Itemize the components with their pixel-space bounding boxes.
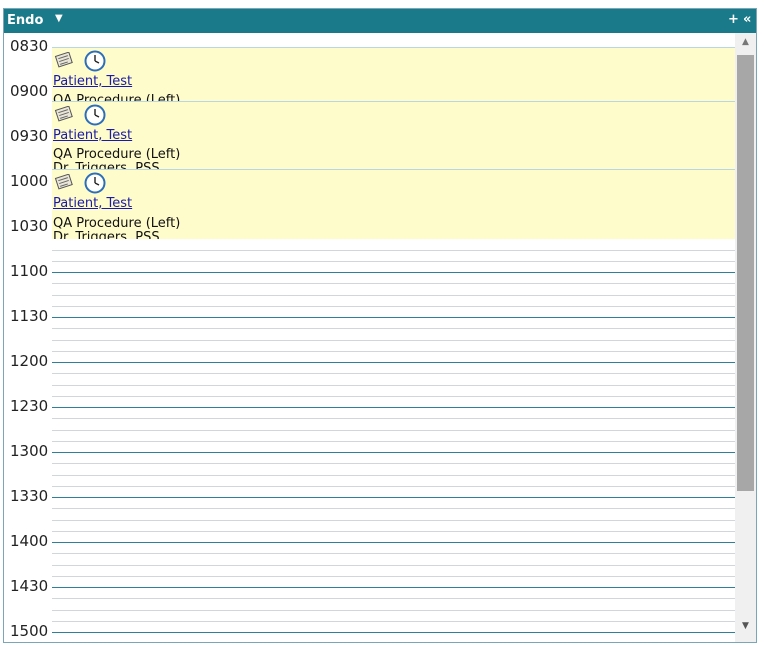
time-slot-line <box>52 508 735 509</box>
time-label: 1400 <box>10 532 49 550</box>
time-label: 1000 <box>10 172 49 190</box>
time-label: 1330 <box>10 487 49 505</box>
procedure-text: QA Procedure (Left) <box>53 147 181 162</box>
clock-icon[interactable] <box>84 104 106 126</box>
time-label: 1200 <box>10 352 49 370</box>
notepad-icon[interactable] <box>54 106 74 122</box>
time-slot-line <box>52 576 735 577</box>
time-slot-line <box>52 407 735 408</box>
schedule-grid[interactable]: Patient, Test QA Procedure (Left) Patien… <box>52 33 735 642</box>
time-label: 1300 <box>10 442 49 460</box>
time-slot-line <box>52 463 735 464</box>
time-slot-line <box>52 295 735 296</box>
time-slot-line <box>52 520 735 521</box>
appointment-block[interactable]: Patient, Test QA Procedure (Left) Dr. Tr… <box>52 169 735 239</box>
collapse-icon[interactable]: « <box>743 12 751 27</box>
time-slot-line <box>52 621 735 622</box>
appointment-block[interactable]: Patient, Test QA Procedure (Left) <box>52 47 735 102</box>
time-slot-line <box>52 452 735 453</box>
time-slot-line <box>52 531 735 532</box>
chevron-down-icon[interactable]: ▼ <box>55 13 63 24</box>
time-label: 1230 <box>10 397 49 415</box>
time-slot-line <box>52 272 735 273</box>
add-icon[interactable]: + <box>728 12 739 27</box>
time-slot-line <box>52 418 735 419</box>
time-slot-line <box>52 587 735 588</box>
time-label: 1130 <box>10 307 49 325</box>
time-label: 0830 <box>10 37 49 55</box>
time-slot-line <box>52 351 735 352</box>
time-slot-line <box>52 306 735 307</box>
procedure-text: QA Procedure (Left) <box>53 216 181 231</box>
time-slot-line <box>52 542 735 543</box>
clock-icon[interactable] <box>84 172 106 194</box>
time-label: 1430 <box>10 577 49 595</box>
time-label: 1100 <box>10 262 49 280</box>
time-label: 1030 <box>10 217 49 235</box>
time-slot-line <box>52 553 735 554</box>
time-slot-line <box>52 396 735 397</box>
time-slot-line <box>52 261 735 262</box>
time-label: 0900 <box>10 82 49 100</box>
time-slot-line <box>52 328 735 329</box>
time-slot-line <box>52 486 735 487</box>
notepad-icon[interactable] <box>54 174 74 190</box>
appointment-block[interactable]: Patient, Test QA Procedure (Left) Dr. Tr… <box>52 101 735 170</box>
time-slot-line <box>52 385 735 386</box>
time-slot-line <box>52 340 735 341</box>
time-slot-line <box>52 283 735 284</box>
time-gutter: 0830 0900 0930 1000 1030 1100 1130 1200 … <box>4 33 52 642</box>
scroll-down-icon[interactable]: ▼ <box>735 621 756 631</box>
vertical-scrollbar[interactable]: ▲ ▼ <box>735 33 756 642</box>
time-label: 0930 <box>10 127 49 145</box>
patient-link[interactable]: Patient, Test <box>53 128 132 143</box>
time-slot-line <box>52 373 735 374</box>
time-slot-line <box>52 610 735 611</box>
time-slot-line <box>52 475 735 476</box>
time-slot-line <box>52 430 735 431</box>
time-slot-line <box>52 565 735 566</box>
time-slot-line <box>52 250 735 251</box>
time-label: 1500 <box>10 622 49 640</box>
schedule-panel: Endo ▼ + « 0830 0900 0930 1000 1030 1100… <box>3 8 757 643</box>
time-slot-line <box>52 441 735 442</box>
time-slot-line <box>52 632 735 633</box>
patient-link[interactable]: Patient, Test <box>53 196 132 211</box>
clock-icon[interactable] <box>84 50 106 72</box>
scroll-up-icon[interactable]: ▲ <box>735 37 756 47</box>
scrollbar-thumb[interactable] <box>737 55 754 491</box>
time-slot-line <box>52 317 735 318</box>
time-slot-line <box>52 362 735 363</box>
notepad-icon[interactable] <box>54 52 74 68</box>
doctor-text: Dr. Triggers, PSS <box>53 230 160 239</box>
panel-header: Endo ▼ + « <box>4 9 756 33</box>
time-slot-line <box>52 598 735 599</box>
time-slot-line <box>52 497 735 498</box>
panel-title: Endo <box>7 13 44 28</box>
patient-link[interactable]: Patient, Test <box>53 74 132 89</box>
